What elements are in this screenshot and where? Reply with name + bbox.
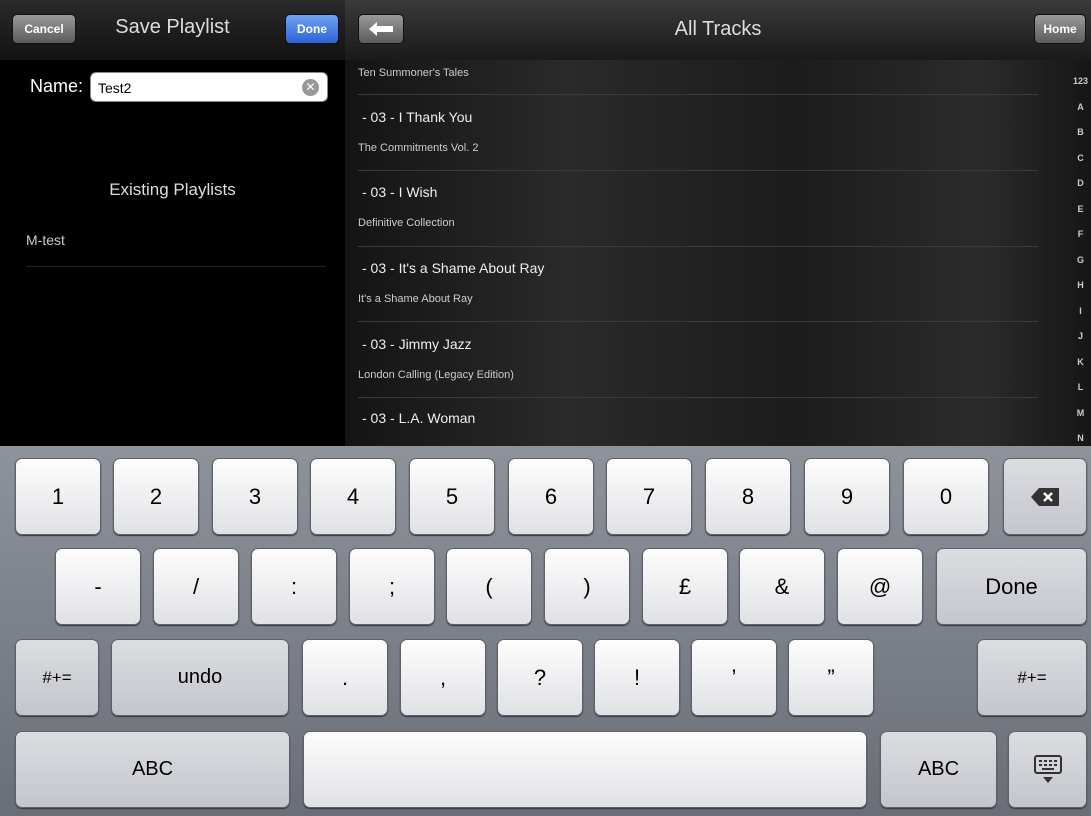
key-0[interactable]: 0: [903, 458, 989, 535]
done-button[interactable]: Done: [285, 14, 339, 44]
album-label: London Calling (Legacy Edition): [358, 369, 514, 381]
key-question[interactable]: ?: [497, 639, 583, 716]
key-apostrophe[interactable]: ’: [691, 639, 777, 716]
divider: [358, 321, 1038, 322]
return-done-key[interactable]: Done: [936, 548, 1087, 625]
undo-key[interactable]: undo: [111, 639, 289, 716]
section-index-item[interactable]: 123: [1070, 76, 1091, 86]
backspace-icon: [1031, 487, 1059, 506]
key-at[interactable]: @: [837, 548, 923, 625]
section-index-item[interactable]: H: [1070, 280, 1091, 290]
abc-key-right[interactable]: ABC: [880, 731, 997, 808]
album-label: The Commitments Vol. 2: [358, 142, 479, 154]
key-quote[interactable]: ”: [788, 639, 874, 716]
keyboard: 1 2 3 4 5 6 7 8 9 0 - / : ; ( ) £ & @ Do…: [0, 446, 1091, 816]
section-index-item[interactable]: L: [1070, 382, 1091, 392]
album-label: Ten Summoner's Tales: [358, 67, 469, 79]
section-index-item[interactable]: N: [1070, 433, 1091, 443]
key-2[interactable]: 2: [113, 458, 199, 535]
key-7[interactable]: 7: [606, 458, 692, 535]
dismiss-keyboard-key[interactable]: [1008, 731, 1087, 808]
save-playlist-navbar: Cancel Save Playlist Done: [0, 0, 345, 60]
key-colon[interactable]: :: [251, 548, 337, 625]
key-4[interactable]: 4: [310, 458, 396, 535]
section-index-item[interactable]: G: [1070, 255, 1091, 265]
playlist-name-input[interactable]: Test2 ✕: [90, 72, 328, 102]
section-index-item[interactable]: B: [1070, 127, 1091, 137]
key-9[interactable]: 9: [804, 458, 890, 535]
space-key[interactable]: [303, 731, 867, 808]
section-index-item[interactable]: J: [1070, 331, 1091, 341]
key-5[interactable]: 5: [409, 458, 495, 535]
track-title[interactable]: - 03 - L.A. Woman: [362, 410, 475, 426]
key-8[interactable]: 8: [705, 458, 791, 535]
section-index-item[interactable]: F: [1070, 229, 1091, 239]
track-title[interactable]: - 03 - I Wish: [362, 184, 437, 200]
section-index-item[interactable]: K: [1070, 357, 1091, 367]
album-label: Definitive Collection: [358, 217, 455, 229]
existing-playlists-heading: Existing Playlists: [109, 180, 236, 199]
key-pound[interactable]: £: [642, 548, 728, 625]
backspace-key[interactable]: [1003, 458, 1087, 535]
key-period[interactable]: .: [302, 639, 388, 716]
key-exclamation[interactable]: !: [594, 639, 680, 716]
key-dash[interactable]: -: [55, 548, 141, 625]
section-index-item[interactable]: C: [1070, 153, 1091, 163]
key-comma[interactable]: ,: [400, 639, 486, 716]
section-index-item[interactable]: D: [1070, 178, 1091, 188]
album-label: It's a Shame About Ray: [358, 293, 473, 305]
symbols-key-left[interactable]: #+=: [15, 639, 99, 716]
section-index-item[interactable]: I: [1070, 306, 1091, 316]
playlist-name-value: Test2: [98, 80, 132, 96]
symbols-key-right[interactable]: #+=: [977, 639, 1087, 716]
playlist-item[interactable]: M-test: [26, 232, 65, 248]
keyboard-dismiss-icon: [1033, 754, 1062, 783]
divider: [358, 397, 1038, 398]
track-title[interactable]: - 03 - I Thank You: [362, 109, 472, 125]
name-label: Name:: [30, 76, 84, 96]
track-title[interactable]: - 03 - It's a Shame About Ray: [362, 260, 544, 276]
divider: [358, 246, 1038, 247]
all-tracks-title: All Tracks: [674, 18, 762, 40]
divider: [358, 170, 1038, 171]
save-playlist-panel: [0, 0, 345, 446]
section-index-item[interactable]: E: [1070, 204, 1091, 214]
key-1[interactable]: 1: [15, 458, 101, 535]
divider: [26, 266, 326, 267]
home-button[interactable]: Home: [1034, 14, 1086, 44]
abc-key-left[interactable]: ABC: [15, 731, 290, 808]
key-3[interactable]: 3: [212, 458, 298, 535]
section-index-item[interactable]: M: [1070, 408, 1091, 418]
key-close-paren[interactable]: ): [544, 548, 630, 625]
track-title[interactable]: - 03 - Jimmy Jazz: [362, 336, 472, 352]
key-semicolon[interactable]: ;: [349, 548, 435, 625]
key-open-paren[interactable]: (: [446, 548, 532, 625]
key-6[interactable]: 6: [508, 458, 594, 535]
section-index-item[interactable]: A: [1070, 102, 1091, 112]
key-slash[interactable]: /: [153, 548, 239, 625]
key-ampersand[interactable]: &: [739, 548, 825, 625]
clear-text-icon[interactable]: ✕: [302, 79, 319, 96]
divider: [358, 94, 1038, 95]
